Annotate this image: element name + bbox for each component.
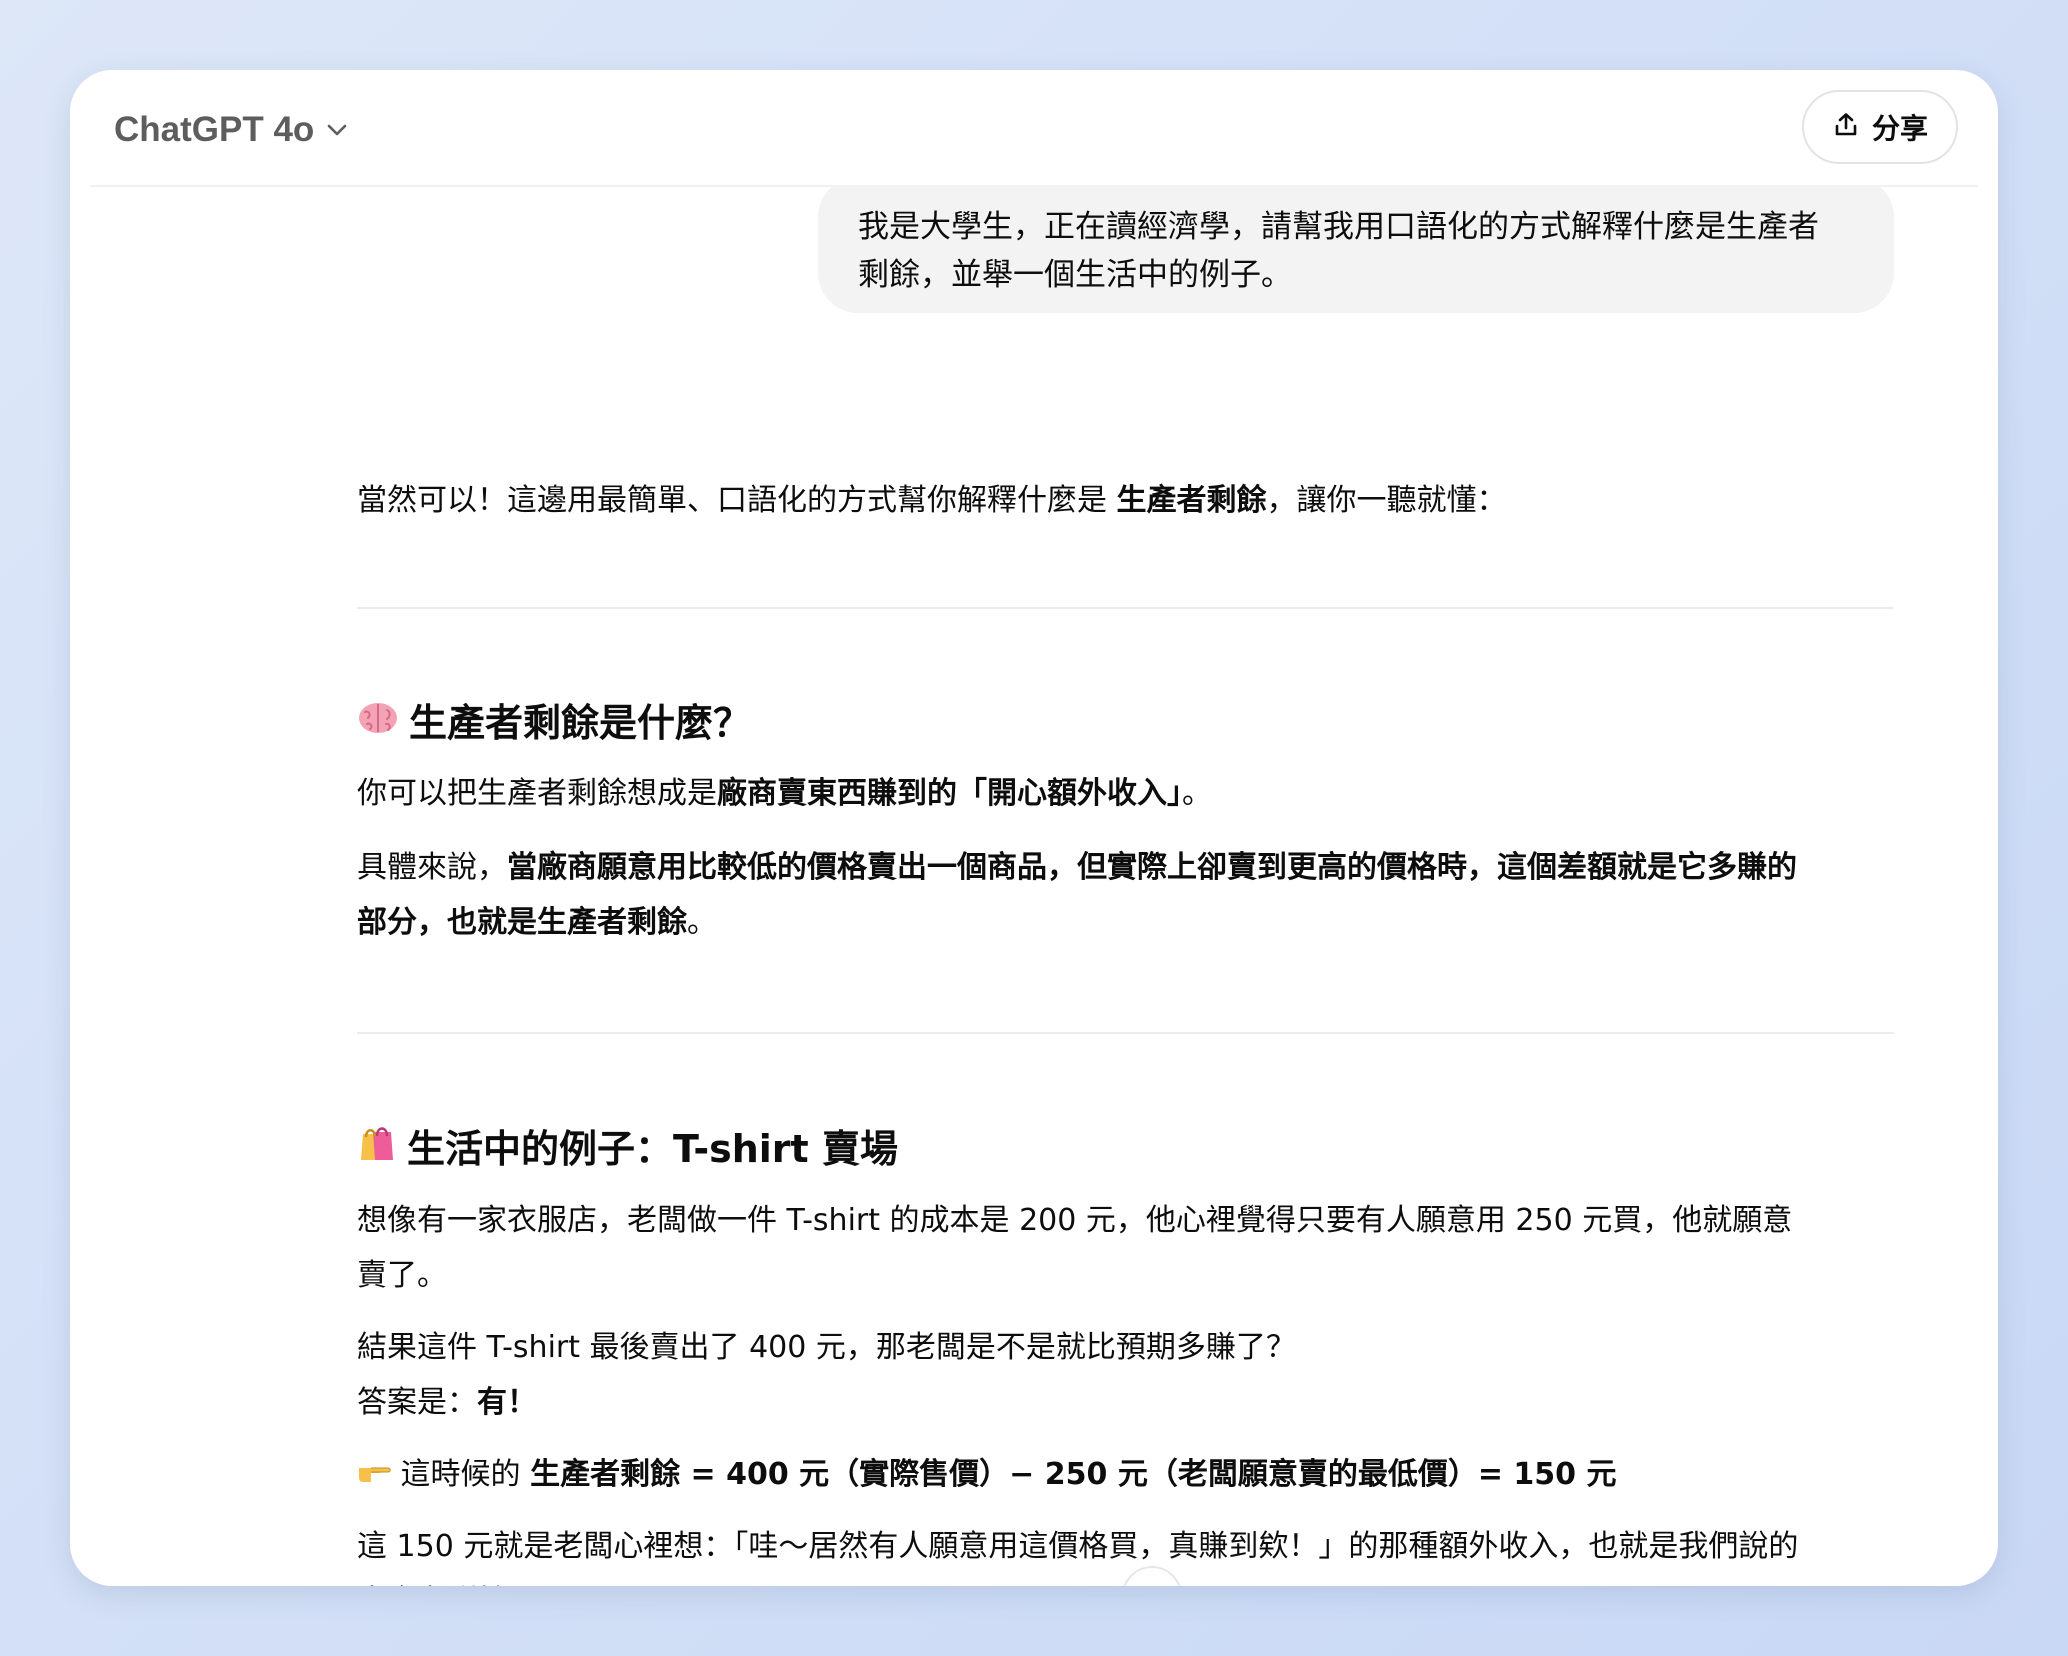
intro-text: 當然可以！這邊用最簡單、口語化的方式幫你解釋什麼是	[357, 483, 1117, 518]
paragraph: 你可以把生產者剩餘想成是廠商賣東西賺到的「開心額外收入」。	[357, 766, 1897, 822]
intro-text-end: ，讓你一聽就懂：	[1266, 483, 1507, 518]
user-message-bubble: 我是大學生，正在讀經濟學，請幫我用口語化的方式解釋什麼是生產者 剩餘，並舉一個生…	[818, 187, 1894, 313]
user-message-line: 剩餘，並舉一個生活中的例子。	[858, 257, 1292, 293]
divider	[357, 607, 1894, 609]
bold-text: 部分，也就是生產者剩餘	[357, 905, 687, 940]
bold-text: 當廠商願意用比較低的價格賣出一個商品，但實際上卻賣到更高的價格時，這個差額就是它…	[507, 850, 1797, 885]
text: 具體來說，	[357, 850, 507, 885]
bold-text: 有！	[477, 1385, 537, 1420]
text: 。	[687, 905, 717, 940]
chat-window: ChatGPT 4o 分享 我是大學生，正在讀經濟學，請幫我用口語化的方式解釋什…	[70, 70, 1998, 1586]
model-switcher[interactable]: ChatGPT 4o	[114, 104, 348, 156]
section-heading: 生活中的例子：T-shirt 賣場	[357, 1119, 898, 1179]
pointing-hand-emoji-icon	[357, 1447, 391, 1503]
share-label: 分享	[1871, 112, 1928, 145]
intro-bold: 生產者剩餘	[1116, 483, 1267, 518]
formula-line: 這時候的 生產者剩餘 = 400 元（實際售價）− 250 元（老闆願意賣的最低…	[357, 1447, 1897, 1503]
conversation[interactable]: 我是大學生，正在讀經濟學，請幫我用口語化的方式解釋什麼是生產者 剩餘，並舉一個生…	[70, 187, 1998, 1586]
bold-text: 廠商賣東西賺到的「開心額外收入」	[717, 776, 1182, 811]
user-message-line: 我是大學生，正在讀經濟學，請幫我用口語化的方式解釋什麼是生產者	[858, 209, 1819, 245]
chevron-down-icon	[326, 123, 348, 137]
share-icon	[1832, 111, 1860, 143]
share-button[interactable]: 分享	[1802, 90, 1958, 164]
paragraph: 想像有一家衣服店，老闆做一件 T-shirt 的成本是 200 元，他心裡覺得只…	[357, 1203, 1793, 1238]
shopping-bag-emoji-icon	[357, 1119, 397, 1179]
paragraph: 結果這件 T-shirt 最後賣出了 400 元，那老闆是不是就比預期多賺了？	[357, 1330, 1296, 1365]
brain-emoji-icon	[357, 693, 399, 753]
text: 這時候的	[391, 1457, 531, 1492]
paragraph-continued: 賣了。	[357, 1258, 447, 1293]
text: 。	[1182, 776, 1212, 811]
paragraph: 具體來說，當廠商願意用比較低的價格賣出一個商品，但實際上卻賣到更高的價格時，這個…	[357, 840, 1897, 896]
text: 你可以把生產者剩餘想成是	[357, 776, 717, 811]
intro-paragraph: 當然可以！這邊用最簡單、口語化的方式幫你解釋什麼是 生產者剩餘，讓你一聽就懂：	[357, 473, 1897, 529]
model-name: ChatGPT 4o	[114, 110, 315, 149]
bold-text: 生產者剩餘 = 400 元（實際售價）− 250 元（老闆願意賣的最低價）= 1…	[530, 1457, 1617, 1492]
paragraph-continued: 部分，也就是生產者剩餘。	[357, 895, 1897, 951]
section-heading-text: 生產者剩餘是什麼？	[409, 701, 752, 745]
top-bar: ChatGPT 4o 分享	[70, 70, 1998, 185]
text: 答案是：	[357, 1385, 477, 1420]
divider	[357, 1032, 1894, 1034]
section-heading: 生產者剩餘是什麼？	[357, 693, 751, 753]
section-heading-text: 生活中的例子：T-shirt 賣場	[407, 1127, 898, 1171]
answer-line: 答案是：有！	[357, 1375, 1897, 1431]
paragraph: 這 150 元就是老闆心裡想：「哇～居然有人願意用這價格買，真賺到欸！」的那種額…	[357, 1529, 1799, 1564]
